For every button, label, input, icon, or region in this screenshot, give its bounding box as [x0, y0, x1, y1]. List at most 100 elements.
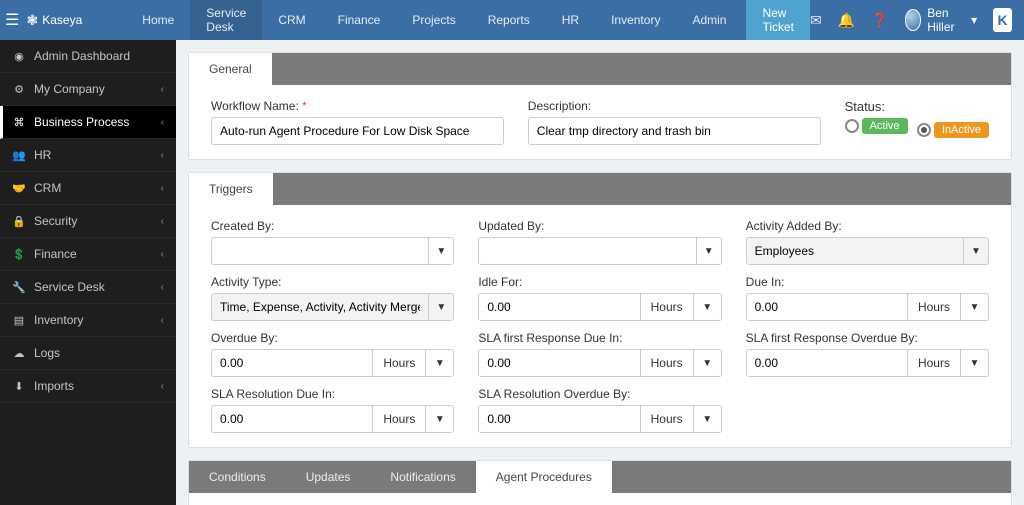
users-icon: 👥: [12, 149, 26, 162]
sidebar-item-my-company[interactable]: ⚙My Company ‹: [0, 73, 176, 106]
brand-logo-icon: ❃: [27, 12, 39, 29]
sla-first-due-input[interactable]: Hours ▼: [478, 349, 721, 377]
sidebar-item-business-process[interactable]: ⌘Business Process ‹: [0, 106, 176, 139]
created-by-select[interactable]: ▼: [211, 237, 454, 265]
sla-first-due-label: SLA first Response Due In:: [478, 331, 721, 345]
subtab-agent-procedures[interactable]: Agent Procedures: [476, 461, 612, 493]
workflow-name-label: Workflow Name: *: [211, 99, 504, 113]
nav-service-desk[interactable]: Service Desk: [190, 0, 262, 40]
brand-name: Kaseya: [42, 13, 82, 27]
radio-icon: [917, 123, 931, 137]
sidebar-item-hr[interactable]: 👥HR ‹: [0, 139, 176, 172]
caret-down-icon[interactable]: ▼: [961, 293, 989, 321]
sidebar-item-crm[interactable]: 🤝CRM ‹: [0, 172, 176, 205]
chevron-left-icon: ‹: [161, 249, 164, 260]
caret-down-icon[interactable]: ▼: [426, 405, 454, 433]
activity-type-label: Activity Type:: [211, 275, 454, 289]
subtab-conditions[interactable]: Conditions: [189, 461, 286, 493]
updated-by-label: Updated By:: [478, 219, 721, 233]
chevron-left-icon: ‹: [161, 381, 164, 392]
nav-admin[interactable]: Admin: [676, 0, 742, 40]
subtab-updates[interactable]: Updates: [286, 461, 371, 493]
sidebar-item-imports[interactable]: ⬇Imports ‹: [0, 370, 176, 403]
dashboard-icon: ◉: [12, 50, 26, 63]
user-name: Ben Hiller: [927, 6, 965, 34]
caret-down-icon: ▼: [429, 237, 454, 265]
chevron-left-icon: ‹: [161, 216, 164, 227]
cloud-icon: ☁: [12, 347, 26, 360]
new-ticket-button[interactable]: New Ticket: [746, 0, 810, 40]
nav-home[interactable]: Home: [126, 0, 190, 40]
sidebar-item-admin-dashboard[interactable]: ◉Admin Dashboard: [0, 40, 176, 73]
workflow-name-input[interactable]: [211, 117, 504, 145]
mail-icon[interactable]: ✉: [810, 12, 822, 29]
caret-down-icon[interactable]: ▼: [694, 293, 722, 321]
sla-res-due-label: SLA Resolution Due In:: [211, 387, 454, 401]
brand: ❃ Kaseya: [25, 12, 91, 29]
nav-hr[interactable]: HR: [546, 0, 595, 40]
sla-first-overdue-input[interactable]: Hours ▼: [746, 349, 989, 377]
sla-res-due-input[interactable]: Hours ▼: [211, 405, 454, 433]
nav-inventory[interactable]: Inventory: [595, 0, 676, 40]
activity-type-select[interactable]: ▼: [211, 293, 454, 321]
chevron-left-icon: ‹: [161, 84, 164, 95]
radio-icon: [845, 119, 859, 133]
due-in-label: Due In:: [746, 275, 989, 289]
updated-by-select[interactable]: ▼: [478, 237, 721, 265]
sidebar-item-service-desk[interactable]: 🔧Service Desk ‹: [0, 271, 176, 304]
caret-down-icon[interactable]: ▼: [426, 349, 454, 377]
sidebar-item-finance[interactable]: 💲Finance ‹: [0, 238, 176, 271]
tab-triggers[interactable]: Triggers: [189, 173, 273, 205]
caret-down-icon[interactable]: ▼: [694, 405, 722, 433]
chevron-left-icon: ‹: [161, 315, 164, 326]
overdue-by-label: Overdue By:: [211, 331, 454, 345]
wrench-icon: 🔧: [12, 281, 26, 294]
caret-down-icon[interactable]: ▼: [961, 349, 989, 377]
money-icon: 💲: [12, 248, 26, 261]
activity-added-by-select[interactable]: ▼: [746, 237, 989, 265]
actions-section: Conditions Updates Notifications Agent P…: [188, 460, 1012, 505]
chevron-left-icon: ‹: [161, 183, 164, 194]
idle-for-label: Idle For:: [478, 275, 721, 289]
download-icon: ⬇: [12, 380, 26, 393]
sidebar-item-security[interactable]: 🔒Security ‹: [0, 205, 176, 238]
sla-res-overdue-input[interactable]: Hours ▼: [478, 405, 721, 433]
chevron-left-icon: ‹: [161, 117, 164, 128]
handshake-icon: 🤝: [12, 182, 26, 195]
menu-toggle-icon[interactable]: ☰: [0, 10, 25, 30]
user-menu[interactable]: Ben Hiller ▾: [905, 6, 977, 34]
description-label: Description:: [528, 99, 821, 113]
sla-first-overdue-label: SLA first Response Overdue By:: [746, 331, 989, 345]
caret-down-icon[interactable]: ▼: [694, 349, 722, 377]
top-nav: Home Service Desk CRM Finance Projects R…: [126, 0, 810, 40]
app-badge-icon[interactable]: K: [993, 8, 1012, 32]
nav-finance[interactable]: Finance: [322, 0, 397, 40]
tab-general[interactable]: General: [189, 53, 272, 85]
sidebar-item-logs[interactable]: ☁Logs: [0, 337, 176, 370]
status-label: Status:: [845, 99, 989, 114]
chevron-left-icon: ‹: [161, 150, 164, 161]
sidebar-item-inventory[interactable]: ▤Inventory ‹: [0, 304, 176, 337]
avatar: [905, 9, 922, 31]
subtab-notifications[interactable]: Notifications: [370, 461, 475, 493]
gear-icon: ⚙: [12, 83, 26, 96]
help-icon[interactable]: ❓: [871, 12, 888, 29]
lock-icon: 🔒: [12, 215, 26, 228]
idle-for-input[interactable]: Hours ▼: [478, 293, 721, 321]
caret-down-icon: ▼: [964, 237, 989, 265]
description-input[interactable]: [528, 117, 821, 145]
status-active-option[interactable]: Active: [845, 118, 908, 134]
created-by-label: Created By:: [211, 219, 454, 233]
nav-reports[interactable]: Reports: [472, 0, 546, 40]
caret-down-icon: ▼: [697, 237, 722, 265]
main-content: General Workflow Name: * Description: St…: [176, 40, 1024, 505]
sla-res-overdue-label: SLA Resolution Overdue By:: [478, 387, 721, 401]
triggers-section: Triggers Created By: ▼ Updated By:: [188, 172, 1012, 448]
nav-crm[interactable]: CRM: [262, 0, 321, 40]
status-inactive-option[interactable]: InActive: [917, 122, 989, 138]
nav-projects[interactable]: Projects: [396, 0, 471, 40]
sitemap-icon: ⌘: [12, 116, 26, 129]
due-in-input[interactable]: Hours ▼: [746, 293, 989, 321]
bell-icon[interactable]: 🔔: [838, 12, 855, 29]
overdue-by-input[interactable]: Hours ▼: [211, 349, 454, 377]
